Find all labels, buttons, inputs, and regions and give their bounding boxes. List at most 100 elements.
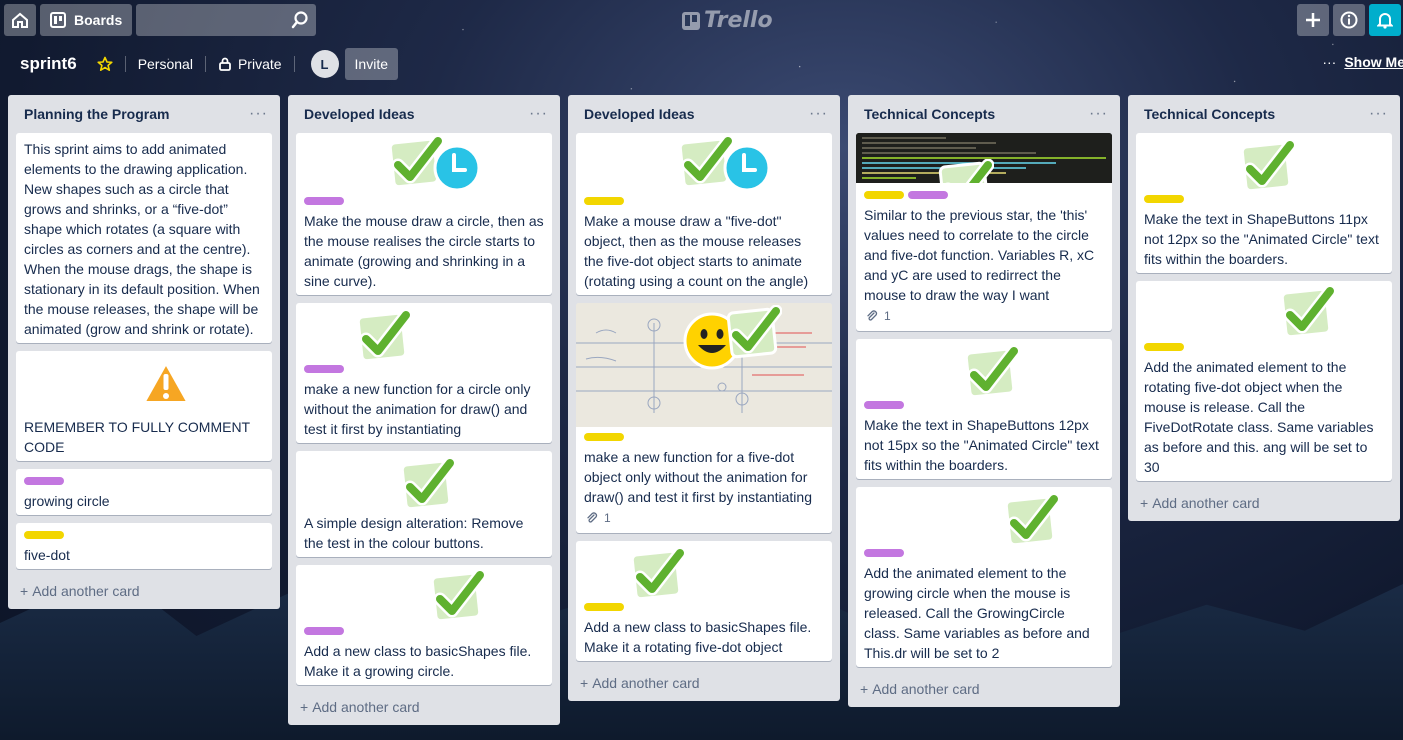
- list-menu-icon[interactable]: ···: [1089, 105, 1108, 123]
- label-yellow: [584, 433, 624, 441]
- search-box[interactable]: [136, 4, 317, 36]
- home-button[interactable]: [4, 4, 36, 36]
- create-button[interactable]: [1297, 4, 1329, 36]
- card[interactable]: five-dot: [16, 523, 272, 569]
- check-icon: [1004, 493, 1060, 547]
- check-icon: [964, 345, 1020, 399]
- label-purple: [304, 365, 344, 373]
- card-text: Add a new class to basicShapes file. Mak…: [584, 619, 812, 655]
- search-icon[interactable]: [290, 10, 310, 30]
- list-header[interactable]: Developed Ideas ···: [296, 95, 552, 133]
- info-icon: [1340, 11, 1358, 29]
- list-header[interactable]: Developed Ideas ···: [576, 95, 832, 133]
- card[interactable]: growing circle: [16, 469, 272, 515]
- notifications-button[interactable]: [1369, 4, 1401, 36]
- boards-button[interactable]: Boards: [40, 4, 133, 36]
- label-purple: [24, 477, 64, 485]
- add-card-label: Add another card: [872, 681, 980, 697]
- list-title[interactable]: Developed Ideas: [304, 106, 415, 122]
- card[interactable]: Make the mouse draw a circle, then as th…: [296, 133, 552, 295]
- clock-icon: [433, 144, 481, 192]
- search-input[interactable]: [136, 4, 317, 36]
- list-technical-concepts-2: Technical Concepts ··· Make the text in …: [1128, 95, 1400, 521]
- card[interactable]: This sprint aims to add animated element…: [16, 133, 272, 343]
- card-cover-image: [576, 303, 832, 427]
- add-card-button[interactable]: + Add another card: [1136, 489, 1392, 513]
- trello-logo[interactable]: Trello: [682, 8, 773, 33]
- board-title[interactable]: sprint6: [8, 54, 89, 74]
- check-icon: [400, 457, 456, 511]
- add-card-button[interactable]: + Add another card: [856, 675, 1112, 699]
- card[interactable]: Add a new class to basicShapes file. Mak…: [296, 565, 552, 685]
- plus-icon: +: [860, 681, 869, 697]
- card-text: Make the text in ShapeButtons 11px not 1…: [1144, 211, 1379, 267]
- add-card-label: Add another card: [312, 699, 420, 715]
- card-text: make a new function for a circle only wi…: [304, 381, 531, 437]
- card[interactable]: Add a new class to basicShapes file. Mak…: [576, 541, 832, 661]
- list-menu-icon[interactable]: ···: [1369, 105, 1388, 123]
- check-icon: [726, 305, 782, 359]
- add-card-label: Add another card: [592, 675, 700, 691]
- card[interactable]: A simple design alteration: Remove the t…: [296, 451, 552, 557]
- card[interactable]: Add the animated element to the growing …: [856, 487, 1112, 667]
- privacy-button[interactable]: Private: [210, 48, 290, 80]
- board-header: sprint6 Personal Private L Invite ··· Sh…: [0, 46, 1403, 82]
- add-card-button[interactable]: + Add another card: [16, 577, 272, 601]
- card[interactable]: Make the text in ShapeButtons 11px not 1…: [1136, 133, 1392, 273]
- label-purple: [304, 627, 344, 635]
- show-menu-label: Show Me: [1344, 54, 1403, 70]
- list-planning: Planning the Program ··· This sprint aim…: [8, 95, 280, 609]
- team-button[interactable]: Personal: [130, 48, 201, 80]
- label-yellow: [864, 191, 904, 199]
- plus-icon: +: [300, 699, 309, 715]
- card-text: growing circle: [24, 493, 110, 509]
- card[interactable]: make a new function for a circle only wi…: [296, 303, 552, 443]
- label-purple: [908, 191, 948, 199]
- list-developed-ideas-1: Developed Ideas ··· Make the mouse draw …: [288, 95, 560, 725]
- label-purple: [304, 197, 344, 205]
- card[interactable]: make a new function for a five-dot objec…: [576, 303, 832, 533]
- list-title[interactable]: Planning the Program: [24, 106, 169, 122]
- add-card-button[interactable]: + Add another card: [296, 693, 552, 717]
- card[interactable]: Similar to the previous star, the 'this'…: [856, 133, 1112, 331]
- label-yellow: [584, 603, 624, 611]
- info-button[interactable]: [1333, 4, 1365, 36]
- list-menu-icon[interactable]: ···: [529, 105, 548, 123]
- card[interactable]: REMEMBER TO FULLY COMMENT CODE: [16, 351, 272, 461]
- paperclip-icon: [867, 310, 878, 321]
- add-card-button[interactable]: + Add another card: [576, 669, 832, 693]
- show-menu-button[interactable]: ··· Show Me: [1322, 54, 1403, 70]
- list-header[interactable]: Planning the Program ···: [16, 95, 272, 133]
- card-text: Add the animated element to the rotating…: [1144, 359, 1374, 475]
- add-card-label: Add another card: [1152, 495, 1260, 511]
- invite-button[interactable]: Invite: [344, 48, 398, 80]
- label-yellow: [1144, 195, 1184, 203]
- list-title[interactable]: Developed Ideas: [584, 106, 695, 122]
- add-card-label: Add another card: [32, 583, 140, 599]
- check-icon: [938, 159, 994, 183]
- bell-icon: [1377, 13, 1393, 29]
- star-button[interactable]: [89, 48, 121, 80]
- card[interactable]: Add the animated element to the rotating…: [1136, 281, 1392, 481]
- list-menu-icon[interactable]: ···: [809, 105, 828, 123]
- card-text: Make the text in ShapeButtons 12px not 1…: [864, 417, 1099, 473]
- card-text: REMEMBER TO FULLY COMMENT CODE: [24, 419, 250, 455]
- label-yellow: [24, 531, 64, 539]
- list-title[interactable]: Technical Concepts: [1144, 106, 1275, 122]
- card[interactable]: Make a mouse draw a "five-dot" object, t…: [576, 133, 832, 295]
- plus-icon: +: [20, 583, 29, 599]
- check-icon: [356, 309, 412, 363]
- top-navbar: Boards Trello: [0, 0, 1403, 40]
- list-title[interactable]: Technical Concepts: [864, 106, 995, 122]
- divider: [293, 56, 295, 72]
- boards-label: Boards: [74, 12, 123, 28]
- divider: [204, 56, 206, 72]
- label-yellow: [1144, 343, 1184, 351]
- card[interactable]: Make the text in ShapeButtons 12px not 1…: [856, 339, 1112, 479]
- list-header[interactable]: Technical Concepts ···: [856, 95, 1112, 133]
- list-menu-icon[interactable]: ···: [249, 105, 268, 123]
- member-avatar[interactable]: L: [310, 50, 339, 78]
- check-icon: [1280, 285, 1336, 339]
- logo-text: Trello: [704, 8, 773, 33]
- list-header[interactable]: Technical Concepts ···: [1136, 95, 1392, 133]
